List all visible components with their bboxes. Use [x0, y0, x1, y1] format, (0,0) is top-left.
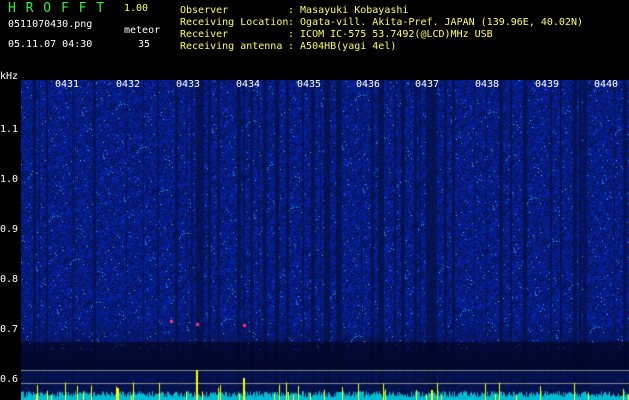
app-version: 1.00: [124, 3, 149, 14]
y-tick-0-8: 0.8: [0, 274, 19, 285]
meteor-label: meteor: [124, 25, 161, 36]
info-receiver-key: Receiver: [180, 29, 229, 40]
info-antenna-key: Receiving antenna: [180, 41, 283, 52]
x-tick-0440: 0440: [594, 79, 619, 90]
info-location-key: Receiving Location: [180, 17, 289, 28]
info-location-value: : Ogata-vill. Akita-Pref. JAPAN (139.96E…: [288, 17, 584, 28]
info-receiver-value: : ICOM IC-575 53.7492(@LCD)MHz USB: [288, 29, 493, 40]
x-tick-0434: 0434: [236, 79, 261, 90]
timestamp: 05.11.07 04:30: [8, 39, 93, 50]
y-axis-unit: kHz: [0, 71, 19, 82]
x-tick-0432: 0432: [116, 79, 141, 90]
file-name: 0511070430.png: [8, 19, 93, 30]
x-tick-0435: 0435: [297, 79, 322, 90]
info-antenna-value: : A504HB(yagi 4el): [288, 41, 397, 52]
app-title: H R O F F T: [8, 1, 106, 16]
info-observer-value: : Masayuki Kobayashi: [288, 5, 409, 16]
x-tick-0431: 0431: [55, 79, 80, 90]
x-tick-0433: 0433: [176, 79, 201, 90]
meteor-count: 35: [138, 39, 151, 50]
x-tick-0437: 0437: [415, 79, 440, 90]
y-tick-0-6: 0.6: [0, 374, 19, 385]
spectrogram: [21, 80, 629, 400]
info-observer-key: Observer: [180, 5, 229, 16]
x-tick-0438: 0438: [475, 79, 500, 90]
y-tick-1-0: 1.0: [0, 174, 19, 185]
y-tick-0-7: 0.7: [0, 324, 19, 335]
y-tick-1-1: 1.1: [0, 124, 19, 135]
x-tick-0436: 0436: [356, 79, 381, 90]
y-tick-0-9: 0.9: [0, 224, 19, 235]
x-tick-0439: 0439: [535, 79, 560, 90]
